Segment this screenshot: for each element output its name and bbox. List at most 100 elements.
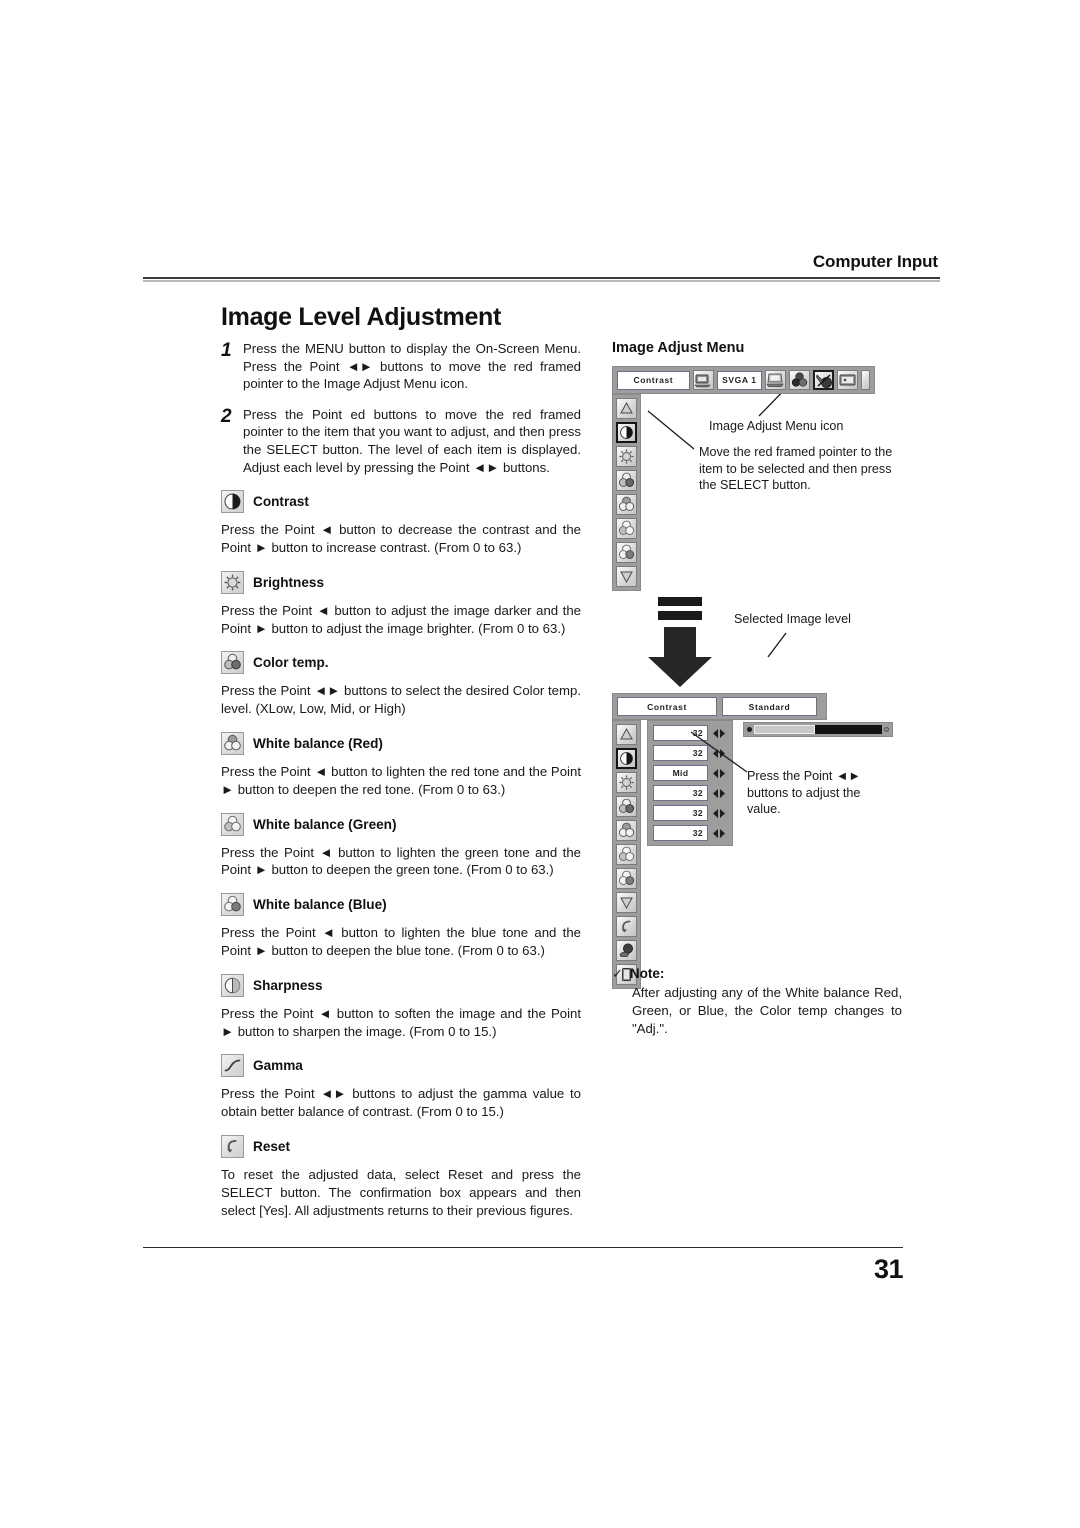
step-1: 1 Press the MENU button to display the O…: [221, 340, 581, 393]
scroll-up-icon[interactable]: [616, 398, 637, 419]
osd-image-level-field: Standard: [722, 697, 817, 716]
value-row-white-balance-blue: 32: [653, 825, 727, 841]
section-header-sharpness: Sharpness: [221, 973, 581, 997]
white-balance-blue-icon[interactable]: [616, 868, 637, 889]
section-text: Press the Point ◄► buttons to select the…: [221, 683, 581, 717]
osd-detail-header-bar: Contrast Standard: [612, 693, 827, 720]
section-title: White balance (Red): [253, 735, 383, 751]
left-right-arrows-icon[interactable]: [712, 828, 726, 839]
value-field[interactable]: 32: [653, 725, 708, 741]
brightness-icon: [221, 570, 244, 594]
selected-level-callout-label: Selected Image level: [734, 612, 851, 626]
section-title: Sharpness: [253, 977, 323, 993]
reset-icon: [221, 1134, 244, 1158]
contrast-icon: [221, 490, 244, 514]
osd-value-panel: 32 32 Mid 32 32 32: [647, 720, 733, 846]
value-slider[interactable]: [743, 722, 893, 737]
white-balance-green-icon: [221, 812, 244, 836]
adjust-callout-text: Press the Point ◄► buttons to adjust the…: [747, 769, 861, 817]
value-field[interactable]: 32: [653, 825, 708, 841]
scroll-down-icon[interactable]: [616, 566, 637, 587]
osd-top-menu-bar: Contrast SVGA 1: [612, 366, 875, 394]
scroll-up-icon[interactable]: [616, 724, 637, 745]
sharpness-icon: [221, 973, 244, 997]
slider-remainder: [815, 725, 882, 734]
brightness-icon[interactable]: [616, 772, 637, 793]
section-text: Press the Point ◄► buttons to adjust the…: [221, 1086, 581, 1120]
white-balance-red-icon[interactable]: [616, 820, 637, 841]
image-adjust-icon[interactable]: [813, 370, 834, 390]
section-text: Press the Point ◄ button to decrease the…: [221, 522, 581, 555]
value-row-color-temp: Mid: [653, 765, 727, 781]
osd-detail-icon-column: [612, 720, 641, 989]
section-header-brightness: Brightness: [221, 570, 581, 594]
section-title: Color temp.: [253, 655, 329, 671]
white-balance-red-icon: [221, 731, 244, 755]
contrast-icon[interactable]: [616, 422, 637, 443]
slider-track: [754, 725, 882, 734]
step-text: Press the MENU button to display the On-…: [243, 341, 581, 392]
color-temp-icon[interactable]: [616, 470, 637, 491]
menu-icon-overflow[interactable]: [861, 370, 870, 390]
section-title: Contrast: [253, 494, 309, 510]
section-header-gamma: Gamma: [221, 1054, 581, 1078]
section-text: Press the Point ◄ button to soften the i…: [221, 1005, 581, 1039]
step-number: 1: [221, 340, 232, 361]
value-field[interactable]: Mid: [653, 765, 708, 781]
white-balance-green-icon[interactable]: [616, 518, 637, 539]
left-right-arrows-icon[interactable]: [712, 768, 726, 779]
section-title: Brightness: [253, 574, 325, 590]
gamma-icon: [221, 1054, 244, 1078]
section-header-white-balance-red: White balance (Red): [221, 731, 581, 755]
white-balance-blue-icon[interactable]: [616, 542, 637, 563]
value-field[interactable]: 32: [653, 785, 708, 801]
osd-input-field: SVGA 1: [716, 370, 762, 390]
slider-fill: [754, 725, 816, 734]
contrast-icon[interactable]: [616, 748, 637, 769]
section-header-white-balance-blue: White balance (Blue): [221, 893, 581, 917]
value-field[interactable]: 32: [653, 745, 708, 761]
page-title: Image Level Adjustment: [221, 303, 502, 331]
note-text: After adjusting any of the White balance…: [632, 985, 902, 1036]
down-arrow-icon: [648, 597, 712, 687]
note-title: Note:: [629, 966, 665, 981]
white-balance-blue-icon: [221, 893, 244, 917]
color-temp-icon: [221, 651, 244, 675]
slider-right-marker: [884, 727, 889, 732]
screen-icon[interactable]: [837, 370, 858, 390]
diagram-title: Image Adjust Menu: [612, 340, 745, 356]
section-text: Press the Point ◄ button to adjust the i…: [221, 602, 581, 636]
osd-title-field: Contrast: [617, 370, 690, 390]
color-temp-icon[interactable]: [616, 796, 637, 817]
footer-divider: [143, 1247, 903, 1248]
step-2: 2 Press the Point ed buttons to move the…: [221, 406, 581, 476]
color-adjust-icon[interactable]: [789, 370, 810, 390]
section-header-contrast: Contrast: [221, 490, 581, 514]
section-text: To reset the adjusted data, select Reset…: [221, 1166, 581, 1218]
left-right-arrows-icon[interactable]: [712, 748, 726, 759]
brightness-icon[interactable]: [616, 446, 637, 467]
section-title: Gamma: [253, 1058, 303, 1074]
value-row-contrast: 32: [653, 725, 727, 741]
left-right-arrows-icon[interactable]: [712, 728, 726, 739]
check-icon: ✓: [612, 966, 623, 981]
white-balance-red-icon[interactable]: [616, 494, 637, 515]
flow-arrow-group: Selected Image level: [612, 595, 942, 693]
reset-icon[interactable]: [616, 916, 637, 937]
computer-icon[interactable]: [765, 370, 786, 390]
menu-category-icon[interactable]: [692, 370, 714, 390]
value-row-brightness: 32: [653, 745, 727, 761]
left-right-arrows-icon[interactable]: [712, 808, 726, 819]
value-field[interactable]: 32: [653, 805, 708, 821]
scroll-down-icon[interactable]: [616, 892, 637, 913]
menu-icon-callout-label: Image Adjust Menu icon: [709, 419, 844, 433]
section-title: White balance (Blue): [253, 897, 387, 913]
left-content-column: 1 Press the MENU button to display the O…: [221, 340, 581, 1221]
section-header-reset: Reset: [221, 1134, 581, 1158]
white-balance-green-icon[interactable]: [616, 844, 637, 865]
note-block: ✓ Note: After adjusting any of the White…: [612, 966, 902, 1038]
store-icon[interactable]: [616, 940, 637, 961]
osd-detail-title-field: Contrast: [617, 697, 717, 716]
left-right-arrows-icon[interactable]: [712, 788, 726, 799]
step-number: 2: [221, 405, 232, 427]
